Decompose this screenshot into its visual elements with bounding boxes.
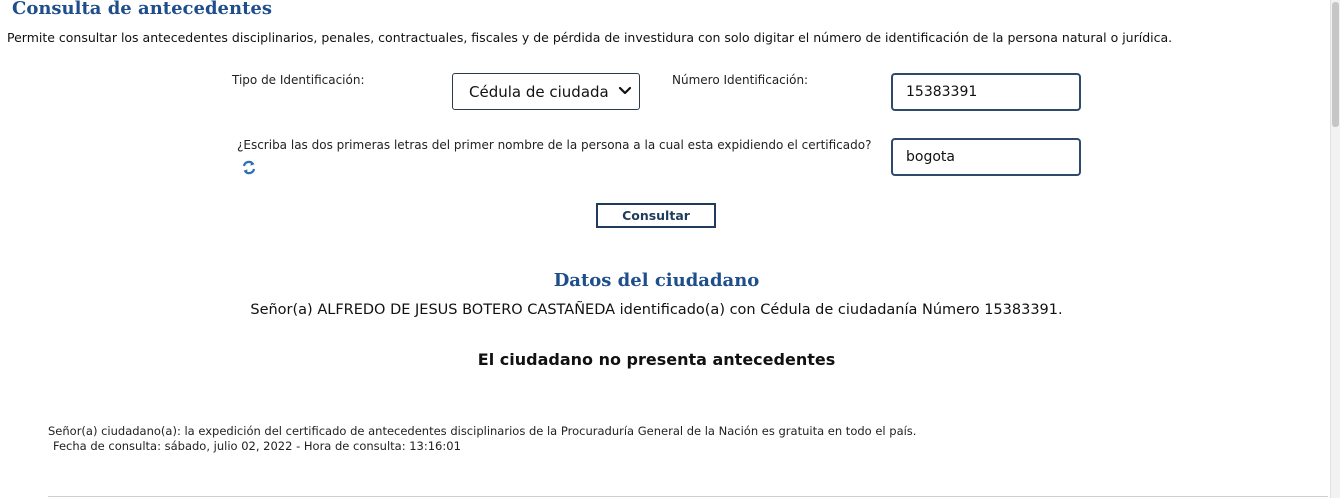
vertical-scrollbar[interactable]	[1330, 0, 1340, 498]
id-type-selected-value: Cédula de ciudadan	[469, 82, 609, 101]
chevron-down-icon	[618, 86, 632, 95]
page-title: Consulta de antecedentes	[12, 0, 272, 19]
consultar-button[interactable]: Consultar	[596, 203, 716, 228]
person-result-line: Señor(a) ALFREDO DE JESUS BOTERO CASTAÑE…	[250, 302, 1063, 318]
id-number-value: 15383391	[906, 84, 978, 100]
section-title: Datos del ciudadano	[553, 270, 760, 291]
id-number-label: Número Identificación:	[672, 73, 809, 87]
id-type-label: Tipo de Identificación:	[232, 73, 365, 87]
captcha-question-label: ¿Escriba las dos primeras letras del pri…	[237, 138, 872, 152]
captcha-answer-input[interactable]: bogota	[891, 138, 1081, 176]
footer-divider	[48, 496, 1328, 497]
refresh-icon[interactable]	[241, 159, 257, 176]
id-number-input[interactable]: 15383391	[891, 73, 1081, 111]
footer-note: Señor(a) ciudadano(a): la expedición del…	[48, 424, 917, 438]
captcha-answer-value: bogota	[906, 149, 955, 165]
query-date: Fecha de consulta: sábado, julio 02, 202…	[53, 439, 461, 453]
intro-text: Permite consultar los antecedentes disci…	[7, 30, 1173, 45]
status-message: El ciudadano no presenta antecedentes	[477, 350, 836, 369]
id-type-select[interactable]: Cédula de ciudadan	[452, 73, 640, 110]
scrollbar-thumb[interactable]	[1332, 2, 1339, 127]
